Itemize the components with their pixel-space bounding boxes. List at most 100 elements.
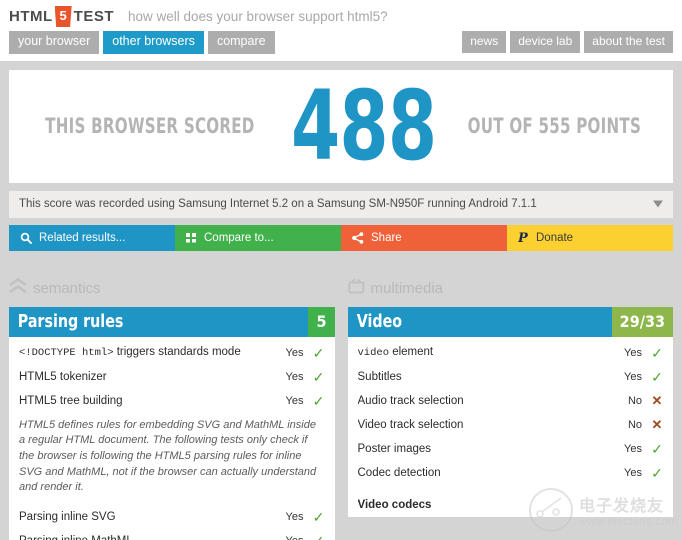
check-icon: ✓ xyxy=(313,534,325,540)
html5-shield-icon: 5 xyxy=(54,6,72,27)
score-banner: THIS BROWSER SCORED 488 OUT OF 555 POINT… xyxy=(9,69,673,183)
check-icon: ✓ xyxy=(312,392,325,409)
share-icon xyxy=(352,232,364,244)
table-row: Codec detection Yes ✓ xyxy=(358,461,664,485)
donate-label: Donate xyxy=(536,231,574,244)
section-score-parsing-rules: 5 xyxy=(308,306,335,337)
category-header-semantics: semantics xyxy=(9,278,335,299)
cross-icon: ✕ xyxy=(651,417,663,433)
score-info-bar[interactable]: This score was recorded using Samsung In… xyxy=(9,190,673,218)
compare-to-button[interactable]: Compare to... xyxy=(175,224,341,251)
check-icon: ✓ xyxy=(312,368,325,385)
feature-name: Video track selection xyxy=(357,418,464,431)
table-row: <!DOCTYPE html> triggers standards mode … xyxy=(19,341,325,365)
section-header-video[interactable]: Video 29/33 xyxy=(347,306,673,337)
feature-name-code: video xyxy=(357,347,390,360)
check-icon: ✓ xyxy=(312,344,325,361)
feature-name: Subtitles xyxy=(357,370,402,383)
tab-compare[interactable]: compare xyxy=(207,31,275,54)
nav-item-device-lab[interactable]: device lab xyxy=(510,31,581,54)
category-label-semantics: semantics xyxy=(33,280,101,298)
table-row: Poster images Yes ✓ xyxy=(358,437,664,461)
table-row: Parsing inline SVG Yes ✓ xyxy=(19,505,325,529)
section-note: HTML5 defines rules for embedding SVG an… xyxy=(19,418,317,494)
feature-value: Yes xyxy=(285,370,304,383)
tab-other-browsers[interactable]: other browsers xyxy=(103,31,204,54)
check-icon: ✓ xyxy=(651,344,663,361)
logo-shield-digit: 5 xyxy=(59,8,67,23)
nav-row: your browser other browsers compare news… xyxy=(0,31,682,61)
check-icon: ✓ xyxy=(312,508,325,525)
feature-name-code: <!DOCTYPE html> xyxy=(19,347,114,360)
feature-name: HTML5 tokenizer xyxy=(19,370,107,383)
score-inner: THIS BROWSER SCORED 488 OUT OF 555 POINT… xyxy=(19,78,663,174)
feature-value: No xyxy=(627,418,642,431)
feature-value: Yes xyxy=(285,394,304,407)
table-row: Audio track selection No ✕ xyxy=(358,389,664,413)
double-chevron-up-icon xyxy=(9,278,27,299)
feature-value: Yes xyxy=(624,370,642,383)
table-row: Parsing inline MathML Yes ✓ xyxy=(19,529,325,540)
paypal-icon: P xyxy=(518,231,529,244)
chevron-down-icon[interactable] xyxy=(653,200,663,208)
logo-text-post: TEST xyxy=(73,8,114,25)
section-title-parsing-rules: Parsing rules xyxy=(17,311,124,333)
category-label-multimedia: multimedia xyxy=(370,280,444,298)
table-row: HTML5 tokenizer Yes ✓ xyxy=(19,365,325,389)
site-tagline: how well does your browser support html5… xyxy=(128,9,388,24)
results-columns: semantics Parsing rules 5 <!DOCTYPE html… xyxy=(9,278,674,540)
tab-your-browser[interactable]: your browser xyxy=(9,31,100,54)
table-row: Video track selection No ✕ xyxy=(358,413,664,437)
feature-name: Audio track selection xyxy=(357,394,464,407)
results-table-parsing-rules: <!DOCTYPE html> triggers standards mode … xyxy=(9,336,335,540)
feature-value: Yes xyxy=(624,346,642,359)
logo-text-pre: HTML xyxy=(9,8,53,25)
feature-name-tail: element xyxy=(389,346,434,359)
grid-icon xyxy=(186,232,197,243)
table-row: Video codecs xyxy=(358,493,664,517)
feature-value: No xyxy=(627,394,642,407)
check-icon: ✓ xyxy=(651,440,663,457)
feature-group-label: Video codecs xyxy=(357,498,432,511)
share-label: Share xyxy=(371,231,402,244)
primary-tabs: your browser other browsers compare xyxy=(9,31,275,54)
feature-name: HTML5 tree building xyxy=(19,394,123,407)
feature-value: Yes xyxy=(285,510,304,523)
compare-to-label: Compare to... xyxy=(204,231,274,244)
site-header: HTML 5 TEST how well does your browser s… xyxy=(0,0,682,61)
feature-name: Poster images xyxy=(357,442,432,455)
action-bar: Related results... Compare to... Share P… xyxy=(9,224,673,251)
donate-button[interactable]: P Donate xyxy=(507,224,673,251)
site-logo[interactable]: HTML 5 TEST xyxy=(9,6,114,27)
svg-text:P: P xyxy=(518,231,529,244)
table-row: video element Yes ✓ xyxy=(358,341,664,365)
utility-nav: news device lab about the test xyxy=(462,31,673,54)
nav-item-about-the-test[interactable]: about the test xyxy=(584,31,673,54)
feature-name: video element xyxy=(358,346,625,359)
score-suffix-label: OUT OF 555 POINTS xyxy=(467,114,642,139)
related-results-button[interactable]: Related results... xyxy=(9,224,175,251)
nav-item-news[interactable]: news xyxy=(462,31,507,54)
section-title-video: Video xyxy=(356,311,402,333)
table-row: Subtitles Yes ✓ xyxy=(358,365,664,389)
section-header-parsing-rules[interactable]: Parsing rules 5 xyxy=(9,306,335,337)
cross-icon: ✕ xyxy=(651,393,663,409)
feature-name: <!DOCTYPE html> triggers standards mode xyxy=(19,346,286,359)
feature-name-tail: triggers standards mode xyxy=(113,346,241,359)
share-button[interactable]: Share xyxy=(341,224,507,251)
score-prefix-label: THIS BROWSER SCORED xyxy=(45,114,255,139)
score-info-text: This score was recorded using Samsung In… xyxy=(19,198,537,211)
section-score-video: 29/33 xyxy=(611,306,673,337)
check-icon: ✓ xyxy=(651,464,663,481)
search-icon xyxy=(20,232,32,244)
check-icon: ✓ xyxy=(651,368,663,385)
feature-name: Parsing inline MathML xyxy=(19,535,286,540)
feature-name: Codec detection xyxy=(357,466,441,479)
category-header-multimedia: multimedia xyxy=(347,278,674,299)
feature-value: Yes xyxy=(624,466,642,479)
results-table-video: video element Yes ✓ Subtitles Yes ✓ Audi… xyxy=(347,336,673,517)
feature-name: Parsing inline SVG xyxy=(19,510,116,523)
table-row: HTML5 tree building Yes ✓ xyxy=(19,389,325,413)
feature-value: Yes xyxy=(286,535,304,540)
tv-screen-icon xyxy=(347,278,365,299)
